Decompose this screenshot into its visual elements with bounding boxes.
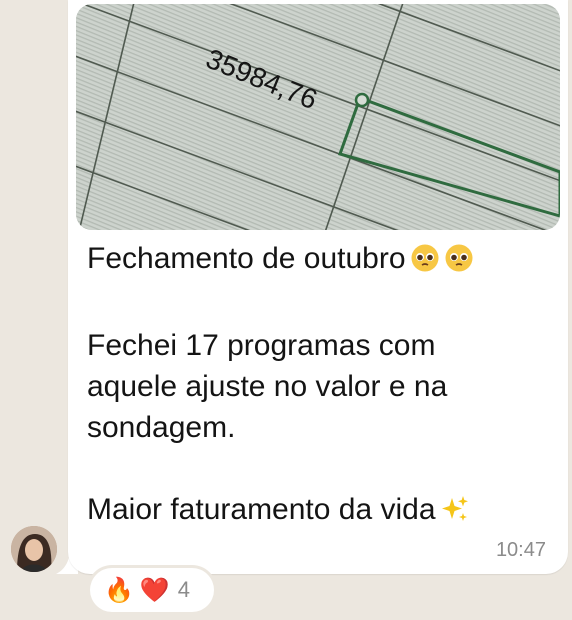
pleading-face-emoji-icon: [444, 243, 474, 284]
sparkles-emoji-icon: [440, 494, 470, 535]
message-line-3: aquele ajuste no valor e na: [87, 370, 448, 403]
pleading-face-emoji-icon: [410, 243, 440, 284]
message-line-4: sondagem.: [87, 411, 236, 444]
message-bubble[interactable]: 35984,76 Fechamento de outubro Fechei 17…: [68, 0, 568, 574]
reactions-pill[interactable]: 🔥 ❤️ 4: [90, 568, 214, 612]
message-line-5: Maior faturamento da vida: [87, 493, 436, 526]
fire-reaction: 🔥: [104, 576, 134, 604]
message-timestamp: 10:47: [495, 539, 546, 561]
reaction-count: 4: [177, 577, 191, 602]
sender-avatar[interactable]: [11, 526, 57, 572]
message-text: Fechamento de outubro Fechei 17 programa…: [87, 238, 547, 535]
heart-reaction: ❤️: [139, 576, 170, 604]
spreadsheet-photo[interactable]: 35984,76: [76, 4, 560, 230]
message-line-2: Fechei 17 programas com: [87, 329, 436, 362]
message-line-1: Fechamento de outubro: [87, 242, 406, 275]
